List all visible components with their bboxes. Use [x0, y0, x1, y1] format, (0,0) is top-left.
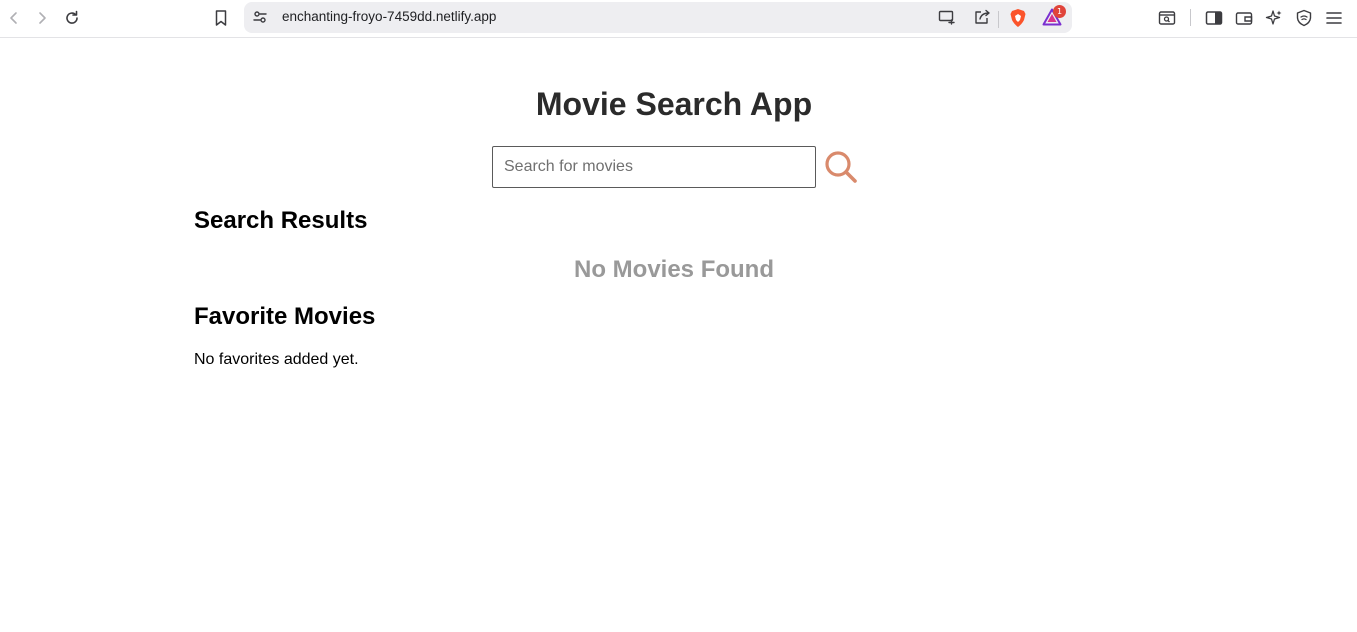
search-icon — [825, 151, 857, 183]
rewards-notification-badge: 1 — [1053, 5, 1066, 18]
sidebar-icon[interactable] — [1201, 5, 1227, 31]
favorite-movies-heading: Favorite Movies — [194, 303, 376, 330]
address-bar-divider — [998, 11, 999, 28]
leo-ai-icon[interactable] — [1261, 5, 1287, 31]
back-icon[interactable] — [1, 5, 27, 31]
toolbar-divider — [1190, 9, 1191, 26]
address-bar[interactable]: enchanting-froyo-7459dd.netlify.app — [244, 2, 1072, 33]
reload-icon[interactable] — [59, 5, 85, 31]
bookmark-icon[interactable] — [208, 5, 234, 31]
share-icon[interactable] — [973, 9, 991, 30]
no-movies-message: No Movies Found — [574, 256, 774, 283]
url-text[interactable]: enchanting-froyo-7459dd.netlify.app — [282, 9, 496, 24]
search-button[interactable] — [824, 150, 858, 184]
page-title: Movie Search App — [535, 86, 813, 122]
vpn-shield-icon[interactable] — [1291, 5, 1317, 31]
no-favorites-message: No favorites added yet. — [194, 351, 359, 368]
forward-icon[interactable] — [29, 5, 55, 31]
wallet-icon[interactable] — [1231, 5, 1257, 31]
search-results-heading: Search Results — [194, 207, 368, 234]
brave-shields-icon[interactable] — [1009, 8, 1027, 33]
cast-icon[interactable] — [938, 9, 956, 30]
site-settings-icon[interactable] — [252, 9, 268, 30]
tab-search-icon[interactable] — [1154, 5, 1180, 31]
menu-icon[interactable] — [1321, 5, 1347, 31]
browser-toolbar: enchanting-froyo-7459dd.netlify.app 1 — [0, 0, 1357, 38]
search-input[interactable] — [492, 146, 816, 188]
